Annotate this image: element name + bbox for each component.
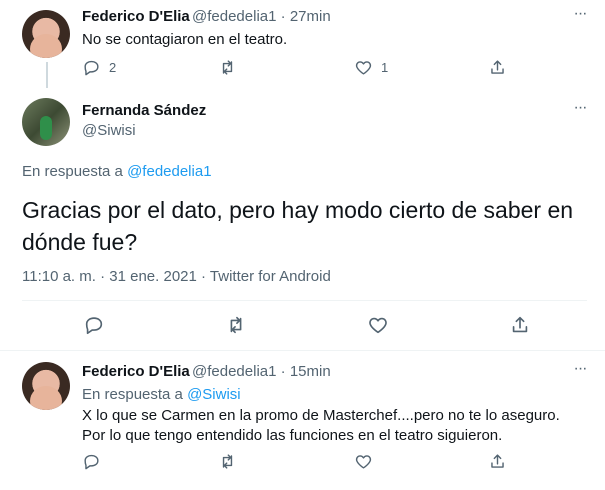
avatar[interactable] xyxy=(22,362,70,410)
heart-icon xyxy=(355,455,372,469)
heart-icon xyxy=(369,317,387,334)
reply-button[interactable]: 2 xyxy=(82,58,116,77)
retweet-button[interactable] xyxy=(218,452,237,471)
retweet-icon xyxy=(230,316,242,334)
more-options-icon[interactable]: ··· xyxy=(570,361,590,385)
tweet-time[interactable]: 27min xyxy=(290,8,331,25)
reply-context: En respuesta a @fededelia1 xyxy=(22,163,212,180)
share-button[interactable] xyxy=(488,58,507,77)
avatar[interactable] xyxy=(22,10,70,58)
like-button[interactable] xyxy=(354,452,373,471)
like-button[interactable]: 1 xyxy=(354,58,388,77)
share-icon xyxy=(512,316,528,333)
reply-icon xyxy=(84,454,99,470)
more-options-icon[interactable]: ··· xyxy=(570,6,590,30)
share-button[interactable] xyxy=(509,314,531,336)
author-handle[interactable]: @fededelia1 · 27min xyxy=(192,8,331,25)
tweet-timestamp: 11:10 a. m. · 31 ene. 2021 · Twitter for… xyxy=(22,268,331,285)
share-button[interactable] xyxy=(488,452,507,471)
reply-context: En respuesta a @Siwisi xyxy=(82,386,241,403)
author-handle[interactable]: @fededelia1 · 15min xyxy=(192,363,331,380)
reply-to-link[interactable]: @fededelia1 xyxy=(127,163,211,180)
reply-to-link[interactable]: @Siwisi xyxy=(187,386,241,403)
share-icon xyxy=(491,454,504,468)
timestamp-link[interactable]: 11:10 a. m. · 31 ene. 2021 · xyxy=(22,268,210,285)
more-options-icon[interactable]: ··· xyxy=(570,100,590,124)
reply-button[interactable] xyxy=(82,452,101,471)
retweet-button[interactable] xyxy=(218,58,237,77)
like-button[interactable] xyxy=(367,314,389,336)
reply-icon xyxy=(85,317,103,335)
heart-icon xyxy=(355,61,372,75)
tweet-time[interactable]: 15min xyxy=(290,363,331,380)
author-handle[interactable]: @Siwisi xyxy=(82,122,136,139)
tweet-text: No se contagiaron en el teatro. xyxy=(82,31,288,48)
thread-line xyxy=(46,62,48,88)
avatar[interactable] xyxy=(22,98,70,146)
reply-icon xyxy=(84,60,99,76)
reply-button[interactable] xyxy=(83,314,105,336)
retweet-icon xyxy=(222,454,233,469)
share-icon xyxy=(491,60,504,74)
author-name[interactable]: Federico D'Elia xyxy=(82,363,190,380)
divider xyxy=(0,350,605,351)
author-name[interactable]: Federico D'Elia xyxy=(82,8,190,25)
like-count: 1 xyxy=(381,60,389,75)
source-link[interactable]: Twitter for Android xyxy=(210,268,331,285)
author-name[interactable]: Fernanda Sández xyxy=(82,102,206,119)
reply-count: 2 xyxy=(109,60,117,75)
tweet-text: X lo que se Carmen en la promo de Master… xyxy=(82,407,560,444)
retweet-button[interactable] xyxy=(225,314,247,336)
retweet-icon xyxy=(222,60,233,75)
tweet-text: Gracias por el dato, pero hay modo ciert… xyxy=(22,197,574,255)
divider xyxy=(22,300,587,301)
